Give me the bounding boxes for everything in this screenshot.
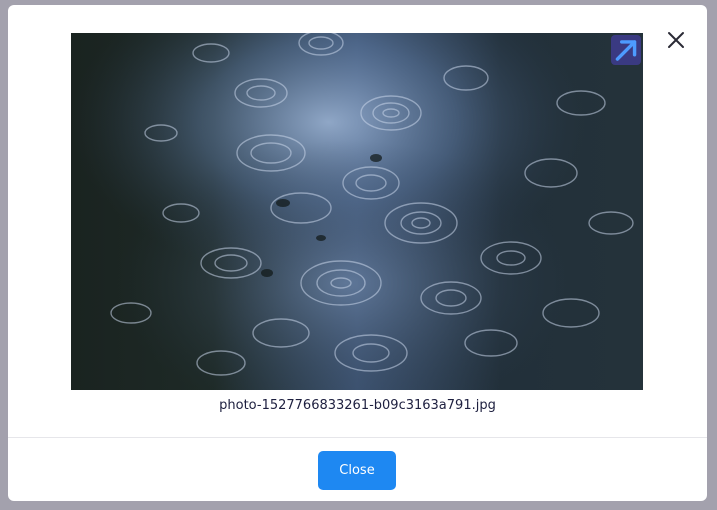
close-icon — [668, 32, 684, 48]
image-filename: photo-1527766833261-b09c3163a791.jpg — [219, 398, 496, 413]
close-button[interactable]: Close — [318, 451, 396, 490]
preview-image — [71, 33, 643, 390]
modal-body: photo-1527766833261-b09c3163a791.jpg — [8, 5, 707, 437]
open-in-new-button[interactable] — [611, 35, 641, 65]
arrow-up-right-icon — [615, 39, 637, 61]
image-preview-modal: photo-1527766833261-b09c3163a791.jpg Clo… — [8, 5, 707, 501]
close-x-button[interactable] — [667, 31, 685, 49]
modal-footer: Close — [8, 438, 707, 501]
rain-puddle-photo — [71, 33, 643, 390]
